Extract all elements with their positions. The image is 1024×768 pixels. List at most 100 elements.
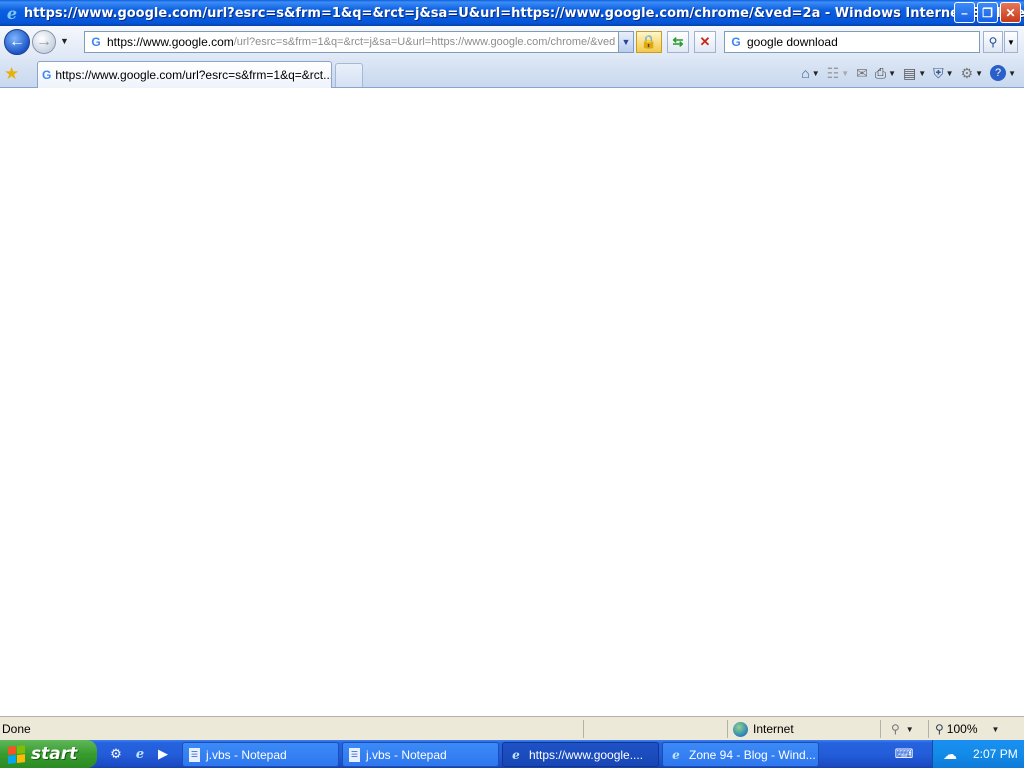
chevron-down-icon[interactable]: ▼ (946, 69, 954, 78)
window-controls: – ❐ ✕ (954, 2, 1021, 23)
status-progress-cell (583, 720, 727, 738)
gear-icon: ⚙ (960, 64, 974, 81)
tools-button[interactable]: ⚙ ▼ (959, 62, 985, 84)
task-notepad-1[interactable]: ☰ j.vbs - Notepad (182, 742, 339, 767)
refresh-icon: ⇆ (672, 34, 684, 49)
rss-feed-icon: ☷ (826, 64, 840, 81)
keyboard-layout-icon[interactable]: ⌨ (894, 744, 914, 764)
notepad-icon: ☰ (349, 747, 360, 762)
network-icon[interactable]: ☁ (943, 746, 957, 763)
feeds-button[interactable]: ☷ ▼ (825, 62, 851, 84)
status-text: Done (2, 722, 31, 736)
safety-button[interactable]: ⛨ ▼ (931, 62, 955, 84)
search-provider-icon: G (731, 35, 741, 49)
new-tab-button[interactable] (335, 63, 363, 87)
mail-icon: ✉ (856, 64, 868, 81)
back-arrow-icon: ← (9, 33, 25, 50)
minimize-button[interactable]: – (954, 2, 975, 23)
globe-icon (733, 721, 748, 737)
help-icon: ? (990, 65, 1007, 81)
restore-button[interactable]: ❐ (977, 2, 998, 23)
page-button[interactable]: ▤ ▼ (901, 62, 928, 84)
chevron-down-icon: ▼ (991, 724, 1000, 734)
task-label: https://www.google.... (529, 747, 644, 762)
task-ie-zone94[interactable]: e Zone 94 - Blog - Wind... (662, 742, 819, 767)
home-icon: ⌂ (801, 65, 810, 81)
zone-label: Internet (753, 722, 794, 736)
media-player-icon: ▶ (158, 746, 168, 761)
chevron-down-icon[interactable]: ▼ (841, 69, 849, 78)
clock[interactable]: 2:07 PM (973, 747, 1018, 761)
security-lock-icon[interactable]: 🔒 (636, 31, 662, 53)
stop-icon: ✕ (699, 34, 711, 49)
title-bar[interactable]: e https://www.google.com/url?esrc=s&frm=… (0, 0, 1024, 26)
ie-icon: e (512, 747, 520, 762)
shield-icon: ⛨ (933, 64, 944, 81)
search-input[interactable] (747, 35, 967, 49)
printer-icon: ⎙ (874, 64, 887, 81)
url-host: www.google.com (143, 35, 234, 49)
google-favicon-icon: G (42, 68, 52, 82)
close-button[interactable]: ✕ (1000, 2, 1021, 23)
ie-icon: e (672, 747, 680, 762)
google-favicon-icon: G (91, 35, 101, 49)
notepad-icon: ☰ (189, 747, 200, 762)
chevron-down-icon[interactable]: ▼ (1008, 69, 1016, 78)
status-bar: Done Internet ⚲ ▼ ⚲ 100% ▼ (0, 716, 1024, 740)
url-prefix: https:// (107, 35, 144, 49)
favorites-star-icon[interactable]: ★ (4, 64, 19, 84)
tab-title: https://www.google.com/url?esrc=s&frm=1&… (55, 68, 332, 82)
url-rest: /url?esrc=s&frm=1&q=&rct=j&sa=U&url=http… (233, 36, 616, 48)
search-icon: ⚲ (988, 35, 998, 49)
forward-button[interactable]: → (32, 30, 56, 54)
back-button[interactable]: ← (4, 29, 30, 55)
address-bar[interactable]: G https:// www.google.com /url?esrc=s&fr… (84, 31, 634, 53)
ie-icon: e (135, 746, 145, 762)
chevron-down-icon[interactable]: ▼ (812, 69, 820, 78)
chevron-down-icon[interactable]: ▼ (918, 69, 926, 78)
page-content[interactable] (0, 88, 1024, 716)
help-button[interactable]: ? ▼ (988, 62, 1018, 84)
browser-window: e https://www.google.com/url?esrc=s&frm=… (0, 0, 1024, 740)
ie-icon: e (6, 3, 18, 23)
print-button[interactable]: ⎙ ▼ (873, 62, 898, 84)
address-dropdown-button[interactable]: ▼ (618, 32, 633, 52)
search-box[interactable]: G (724, 31, 980, 53)
task-ie-google[interactable]: e https://www.google.... (502, 742, 659, 767)
quicklaunch-show-desktop[interactable]: ⚙ (106, 744, 126, 764)
tab-active[interactable]: G https://www.google.com/url?esrc=s&frm=… (37, 61, 332, 88)
protected-mode-button[interactable]: ⚲ ▼ (880, 720, 928, 738)
chevron-down-icon: ▼ (905, 724, 914, 734)
forward-arrow-icon: → (36, 33, 52, 50)
mail-button[interactable]: ✉ (854, 62, 870, 84)
quicklaunch-media-player[interactable]: ▶ (153, 744, 173, 764)
task-label: Zone 94 - Blog - Wind... (689, 747, 816, 762)
windows-logo-icon (8, 744, 25, 764)
search-options-dropdown[interactable]: ▼ (1004, 31, 1018, 53)
page-icon: ▤ (903, 64, 917, 81)
start-label: start (31, 744, 78, 764)
lock-icon: ⚲ (891, 722, 900, 736)
taskbar: start ⚙ e ▶ ☰ j.vbs - Notepad ☰ j.vbs - … (0, 740, 1024, 768)
task-notepad-2[interactable]: ☰ j.vbs - Notepad (342, 742, 499, 767)
window-title: https://www.google.com/url?esrc=s&frm=1&… (23, 5, 1024, 21)
chevron-down-icon[interactable]: ▼ (888, 69, 896, 78)
system-tray: ☁ 2:07 PM (932, 740, 1024, 768)
refresh-button[interactable]: ⇆ (667, 31, 689, 53)
search-button[interactable]: ⚲ (983, 31, 1003, 53)
home-button[interactable]: ⌂ ▼ (799, 62, 821, 84)
stop-button[interactable]: ✕ (694, 31, 716, 53)
chevron-down-icon[interactable]: ▼ (975, 69, 983, 78)
quicklaunch-ie[interactable]: e (130, 744, 150, 764)
start-button[interactable]: start (0, 740, 97, 768)
zoom-button[interactable]: ⚲ 100% ▼ (928, 720, 1008, 738)
desktop-icon: ⚙ (110, 746, 122, 761)
keyboard-icon: ⌨ (894, 746, 914, 761)
task-label: j.vbs - Notepad (366, 747, 447, 762)
zoom-level: 100% (946, 722, 978, 736)
command-bar: ⌂ ▼ ☷ ▼ ✉ ⎙ ▼ ▤ ▼ ⛨ ▼ ⚙ ▼ ? ▼ (799, 62, 1018, 84)
task-label: j.vbs - Notepad (206, 747, 287, 762)
zoom-icon: ⚲ (935, 722, 944, 736)
recent-pages-dropdown[interactable]: ▼ (60, 36, 69, 46)
security-zone[interactable]: Internet (727, 720, 880, 738)
